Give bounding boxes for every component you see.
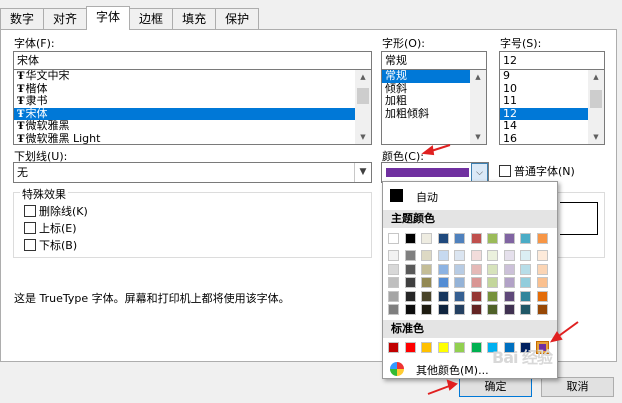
annotation-arrows bbox=[421, 144, 579, 395]
arrowhead-icon bbox=[446, 379, 458, 391]
arrowhead-icon bbox=[421, 145, 435, 156]
watermark: Bai 经验 bbox=[492, 348, 553, 367]
